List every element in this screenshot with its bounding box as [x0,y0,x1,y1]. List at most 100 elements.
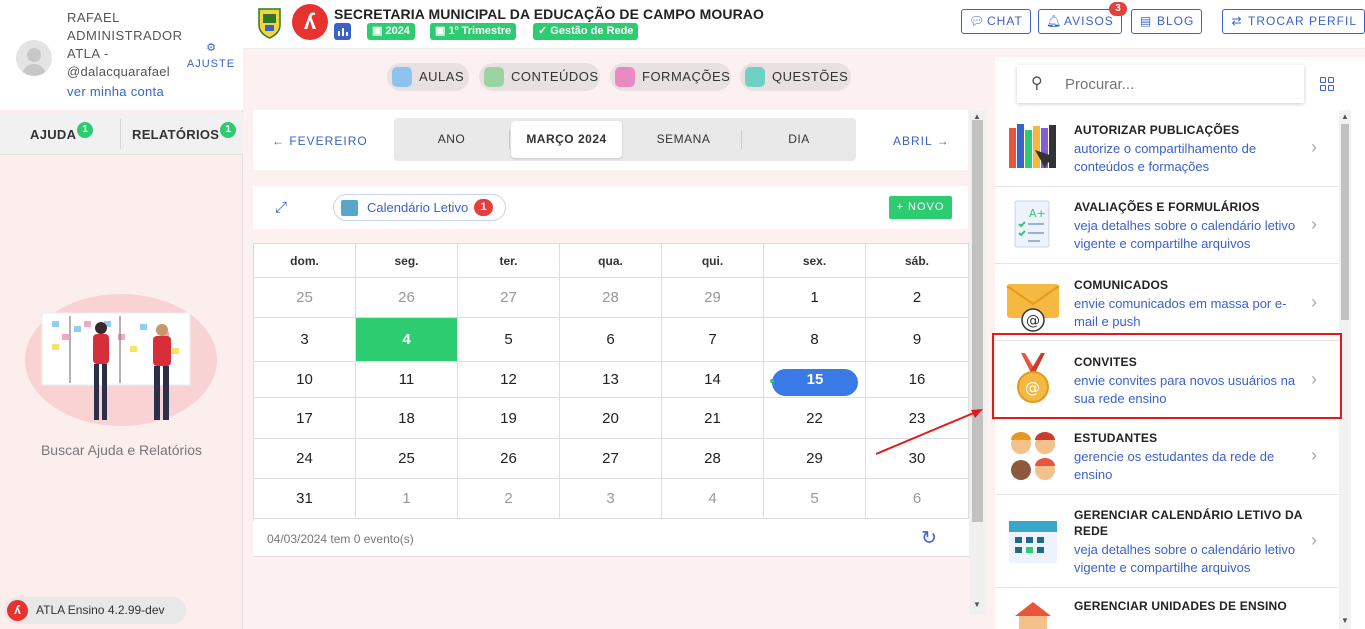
day-cell[interactable]: 25 [254,278,356,318]
svg-text:@: @ [1026,313,1040,329]
notices-label: AVISOS [1064,14,1114,28]
day-cell[interactable]: 1 [356,479,458,519]
search-icon: ⚲ [1031,75,1043,92]
chat-button[interactable]: 💬︎ CHAT [961,9,1031,34]
day-cell[interactable]: 15 [764,362,866,398]
day-cell[interactable]: 28 [560,278,662,318]
switch-profile-button[interactable]: ⇄ TROCAR PERFIL [1222,9,1365,34]
day-cell[interactable]: 24 [254,439,356,479]
day-cell[interactable]: 3 [560,479,662,519]
view-week[interactable]: SEMANA [626,121,741,158]
chevron-right-icon: › [1311,292,1317,312]
network-chip[interactable]: ✓ Gestão de Rede [533,23,639,40]
list-item-students[interactable]: ESTUDANTES gerencie os estudantes da red… [995,418,1341,495]
view-year[interactable]: ANO [394,121,509,158]
view-month[interactable]: MARÇO 2024 [511,121,622,158]
day-cell[interactable]: 5 [458,318,560,362]
day-cell[interactable]: 26 [458,439,560,479]
day-cell[interactable]: 17 [254,398,356,439]
day-cell[interactable]: 8 [764,318,866,362]
profile-card: RAFAEL ADMINISTRADOR ATLA - @dalacquaraf… [0,0,243,110]
day-cell[interactable]: 4 [662,479,764,519]
day-cell[interactable]: 12 [458,362,560,398]
day-cell[interactable]: 27 [458,278,560,318]
grid-view-icon[interactable] [1320,77,1334,91]
day-cell[interactable]: 10 [254,362,356,398]
day-cell[interactable]: 4 [356,318,458,362]
my-account-link[interactable]: ver minha conta [67,84,164,99]
new-event-button[interactable]: + NOVO [889,196,952,219]
day-cell[interactable]: 18 [356,398,458,439]
previous-month-label: FEVEREIRO [289,134,368,148]
school-calendar-chip[interactable]: Calendário Letivo 1 [333,194,506,221]
trainings-icon [615,67,635,87]
scroll-thumb[interactable] [972,120,983,522]
list-item-assessments-forms[interactable]: A+ AVALIAÇÕES E FORMULÁRIOS veja detalhe… [995,187,1341,264]
top-header: ʎ SECRETARIA MUNICIPAL DA EDUCAÇÃO DE CA… [243,0,1365,49]
calendar-icon [341,200,358,216]
day-cell[interactable]: 11 [356,362,458,398]
nav-trainings-label: FORMAÇÕES [642,69,731,84]
weekday-header: qui. [662,244,764,278]
day-cell[interactable]: 25 [356,439,458,479]
chevron-right-icon: › [1311,214,1317,234]
day-cell[interactable]: 31 [254,479,356,519]
calendar-icon: ▣ [372,25,386,37]
scroll-up-icon[interactable]: ▲ [1341,112,1349,121]
view-day[interactable]: DIA [742,121,856,158]
day-cell[interactable]: 28 [662,439,764,479]
day-cell[interactable]: 19 [458,398,560,439]
day-cell[interactable]: 2 [866,278,969,318]
settings-button[interactable]: ⚙ AJUSTE [186,42,236,72]
nav-lessons[interactable]: AULAS [387,63,469,91]
scroll-down-icon[interactable]: ▼ [973,600,981,609]
highlight-box [992,333,1342,419]
term-chip[interactable]: ▣ 1º Trimestre [430,23,517,40]
day-cell[interactable]: 29 [764,439,866,479]
day-cell[interactable]: 6 [560,318,662,362]
day-cell[interactable]: 2 [458,479,560,519]
year-chip[interactable]: ▣ 2024 [367,23,415,40]
calendar-scrollbar[interactable]: ▲ ▼ [969,110,986,615]
reports-tab[interactable]: RELATÓRIOS 1 [132,113,237,155]
search-input[interactable] [1065,73,1285,95]
day-cell[interactable]: 27 [560,439,662,479]
list-item-manage-school-units[interactable]: GERENCIAR UNIDADES DE ENSINO [995,588,1341,629]
month-grid: dom. seg. ter. qua. qui. sex. sáb. 25 26 27 28 29 1 2… [253,243,969,521]
scroll-down-icon[interactable]: ▼ [1341,616,1349,625]
questions-icon [745,67,765,87]
next-month-button[interactable]: ABRIL → [893,134,950,148]
day-cell[interactable]: 9 [866,318,969,362]
list-item-authorize-publications[interactable]: AUTORIZAR PUBLICAÇÕES autorize o compart… [995,110,1341,187]
previous-month-button[interactable]: ← FEVEREIRO [272,134,368,148]
nav-lessons-label: AULAS [419,69,465,84]
avatar[interactable] [16,40,52,76]
day-cell[interactable]: 26 [356,278,458,318]
nav-trainings[interactable]: FORMAÇÕES [610,63,731,91]
books-icon [1009,124,1056,168]
day-cell[interactable]: 22 [764,398,866,439]
day-cell[interactable]: 21 [662,398,764,439]
day-cell[interactable]: 6 [866,479,969,519]
list-item-announcements[interactable]: @ COMUNICADOS envie comunicados em massa… [995,264,1341,341]
blog-button[interactable]: ▤ BLOG [1131,9,1203,34]
day-cell[interactable]: 5 [764,479,866,519]
nav-contents[interactable]: CONTEÚDOS [479,63,600,91]
list-item-manage-school-calendar[interactable]: GERENCIAR CALENDÁRIO LETIVO DA REDE veja… [995,495,1341,588]
day-cell[interactable]: 13 [560,362,662,398]
refresh-icon[interactable]: ↻ [921,527,937,550]
chart-icon[interactable] [334,23,351,40]
day-cell[interactable]: 14 [662,362,764,398]
day-cell[interactable]: 29 [662,278,764,318]
help-tab[interactable]: AJUDA 1 [30,113,94,155]
day-cell[interactable]: 3 [254,318,356,362]
selected-day[interactable]: 15 [772,369,858,396]
day-cell[interactable]: 7 [662,318,764,362]
day-cell[interactable]: 1 [764,278,866,318]
expand-icon[interactable]: ⤢ [275,199,287,216]
day-cell[interactable]: 16 [866,362,969,398]
nav-questions[interactable]: QUESTÕES [740,63,851,91]
book-icon: ▤ [1139,14,1153,28]
day-cell[interactable]: 20 [560,398,662,439]
scroll-thumb[interactable] [1341,124,1349,320]
